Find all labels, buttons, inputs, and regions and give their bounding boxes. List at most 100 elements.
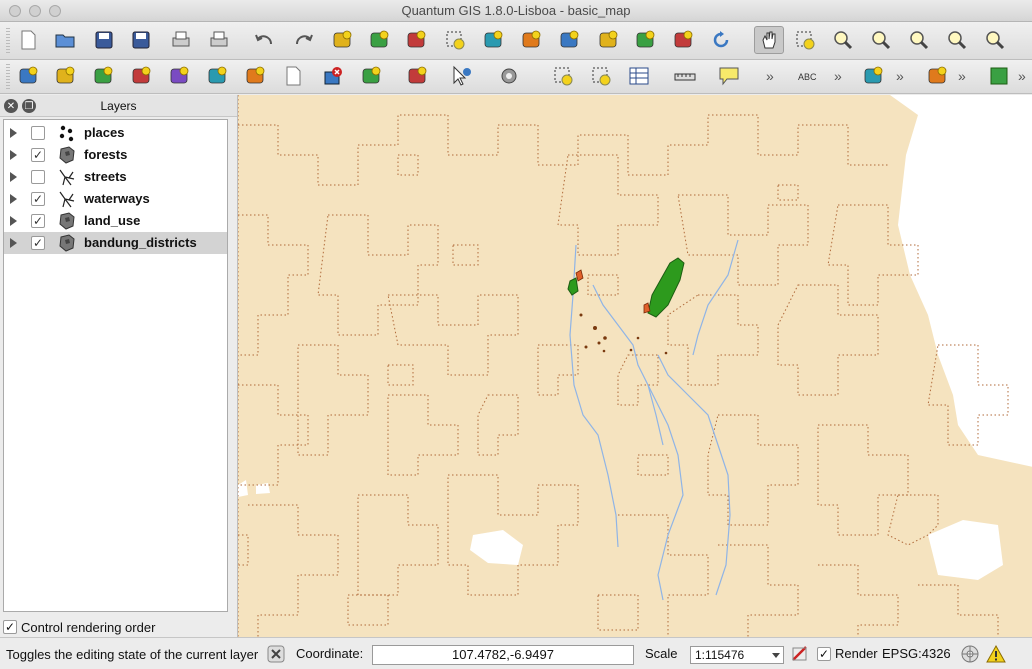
control-rendering-order[interactable]: ✓ Control rendering order <box>3 618 155 636</box>
add-wcs-layer-button[interactable] <box>240 62 270 90</box>
toolbar-overflow-icon[interactable]: » <box>834 68 842 84</box>
layer-row-places[interactable]: places <box>4 122 227 144</box>
node-tool-icon <box>407 30 426 48</box>
add-part-button[interactable] <box>668 26 698 54</box>
pan-button[interactable] <box>754 26 784 54</box>
redo-button[interactable] <box>288 26 318 54</box>
delete-selected-button[interactable] <box>440 26 470 54</box>
add-spatialite-layer-button[interactable] <box>126 62 156 90</box>
digitize-button[interactable] <box>922 62 952 90</box>
add-wfs-layer-button[interactable] <box>402 62 432 90</box>
render-checkbox[interactable]: ✓ <box>817 647 831 661</box>
stop-render-icon[interactable] <box>790 644 810 664</box>
measure-line-button[interactable] <box>670 62 700 90</box>
layer-visibility-checkbox[interactable]: ✓ <box>31 148 45 162</box>
expand-arrow-icon[interactable] <box>10 150 17 160</box>
window-title: Quantum GIS 1.8.0-Lisboa - basic_map <box>401 3 631 18</box>
copy-features-button[interactable] <box>516 26 546 54</box>
layer-visibility-checkbox[interactable]: ✓ <box>31 214 45 228</box>
layer-row-forests[interactable]: ✓ forests <box>4 144 227 166</box>
identify-button[interactable] <box>446 62 476 90</box>
add-mssql-layer-button[interactable] <box>164 62 194 90</box>
undo-button[interactable] <box>250 26 280 54</box>
crs-status[interactable]: EPSG:4326 <box>882 646 951 661</box>
layer-name: bandung_districts <box>84 235 197 250</box>
new-shapefile-button[interactable] <box>278 62 308 90</box>
layer-row-land-use[interactable]: ✓ land_use <box>4 210 227 232</box>
add-delimited-text-button[interactable] <box>356 62 386 90</box>
coordinate-field[interactable]: 107.4782,-6.9497 <box>372 645 634 665</box>
add-wms-layer-icon <box>208 66 227 84</box>
layer-row-waterways[interactable]: ✓ waterways <box>4 188 227 210</box>
add-wms-layer-button[interactable] <box>202 62 232 90</box>
layer-visibility-checkbox[interactable]: ✓ <box>31 236 45 250</box>
simplify-feature-button[interactable] <box>593 26 623 54</box>
zoom-out-button[interactable] <box>866 26 896 54</box>
expand-arrow-icon[interactable] <box>10 238 17 248</box>
refresh-button[interactable] <box>706 26 736 54</box>
layer-visibility-checkbox[interactable]: ✓ <box>31 192 45 206</box>
layers-list[interactable]: places ✓ forests streets ✓ waterways ✓ land_use… <box>3 119 228 612</box>
expand-arrow-icon[interactable] <box>10 128 17 138</box>
add-feature-plugin-button[interactable] <box>858 62 888 90</box>
expand-arrow-icon[interactable] <box>10 216 17 226</box>
toggle-extents-icon[interactable] <box>266 644 286 664</box>
add-feature-button[interactable] <box>327 26 357 54</box>
zoom-to-selection-button[interactable] <box>980 26 1010 54</box>
warning-icon[interactable] <box>986 644 1006 664</box>
print-button[interactable] <box>204 26 234 54</box>
cut-features-button[interactable] <box>478 26 508 54</box>
select-features-button[interactable] <box>548 62 578 90</box>
label-button[interactable]: ABC <box>792 62 822 90</box>
remove-layer-button[interactable] <box>318 62 348 90</box>
layer-row-streets[interactable]: streets <box>4 166 227 188</box>
new-project-button[interactable] <box>13 26 43 54</box>
save-as-button[interactable] <box>126 26 156 54</box>
add-vector-layer-button[interactable] <box>13 62 43 90</box>
measure-line-icon <box>674 73 696 81</box>
node-tool-button[interactable] <box>401 26 431 54</box>
control-rendering-order-label: Control rendering order <box>21 619 156 635</box>
layer-row-bandung-districts[interactable]: ✓ bandung_districts <box>4 232 227 254</box>
add-raster-layer-button[interactable] <box>50 62 80 90</box>
select-features-icon <box>554 67 573 86</box>
expand-arrow-icon[interactable] <box>10 194 17 204</box>
control-rendering-order-checkbox[interactable]: ✓ <box>3 620 17 634</box>
new-print-composer-button[interactable] <box>166 26 196 54</box>
add-feature-icon <box>333 30 352 48</box>
remove-layer-icon <box>324 67 342 85</box>
layer-visibility-checkbox[interactable] <box>31 126 45 140</box>
attribute-table-button[interactable] <box>624 62 654 90</box>
expand-arrow-icon[interactable] <box>10 172 17 182</box>
grass-button[interactable] <box>984 62 1014 90</box>
add-postgis-layer-button[interactable] <box>88 62 118 90</box>
move-feature-button[interactable] <box>364 26 394 54</box>
nodata-area <box>928 520 1003 580</box>
map-canvas[interactable] <box>237 95 1032 637</box>
add-ring-button[interactable] <box>630 26 660 54</box>
projection-globe-icon[interactable] <box>960 644 980 664</box>
open-project-button[interactable] <box>50 26 80 54</box>
toolbar-grip[interactable] <box>6 28 10 54</box>
deselect-button[interactable] <box>586 62 616 90</box>
layer-toolbar: ABC » » » » » <box>0 60 1032 94</box>
svg-text:ABC: ABC <box>798 72 817 82</box>
paste-features-button[interactable] <box>554 26 584 54</box>
toolbar-overflow-icon[interactable]: » <box>896 68 904 84</box>
add-part-icon <box>674 30 693 48</box>
toolbar-overflow-icon[interactable]: » <box>766 68 774 84</box>
toolbar-overflow-icon[interactable]: » <box>1018 68 1026 84</box>
zoom-full-button[interactable] <box>942 26 972 54</box>
zoom-actual-size-button[interactable] <box>904 26 934 54</box>
simplify-feature-icon <box>599 30 618 48</box>
toolbar-overflow-icon[interactable]: » <box>958 68 966 84</box>
save-project-button[interactable] <box>89 26 119 54</box>
zoom-in-button[interactable] <box>828 26 858 54</box>
label-icon: ABC <box>798 72 817 82</box>
map-tips-button[interactable] <box>714 62 744 90</box>
toolbar-grip[interactable] <box>6 64 10 90</box>
scale-combobox[interactable]: 1:115476 <box>690 646 784 664</box>
pan-to-selection-button[interactable] <box>790 26 820 54</box>
layer-visibility-checkbox[interactable] <box>31 170 45 184</box>
run-action-button[interactable] <box>494 62 524 90</box>
